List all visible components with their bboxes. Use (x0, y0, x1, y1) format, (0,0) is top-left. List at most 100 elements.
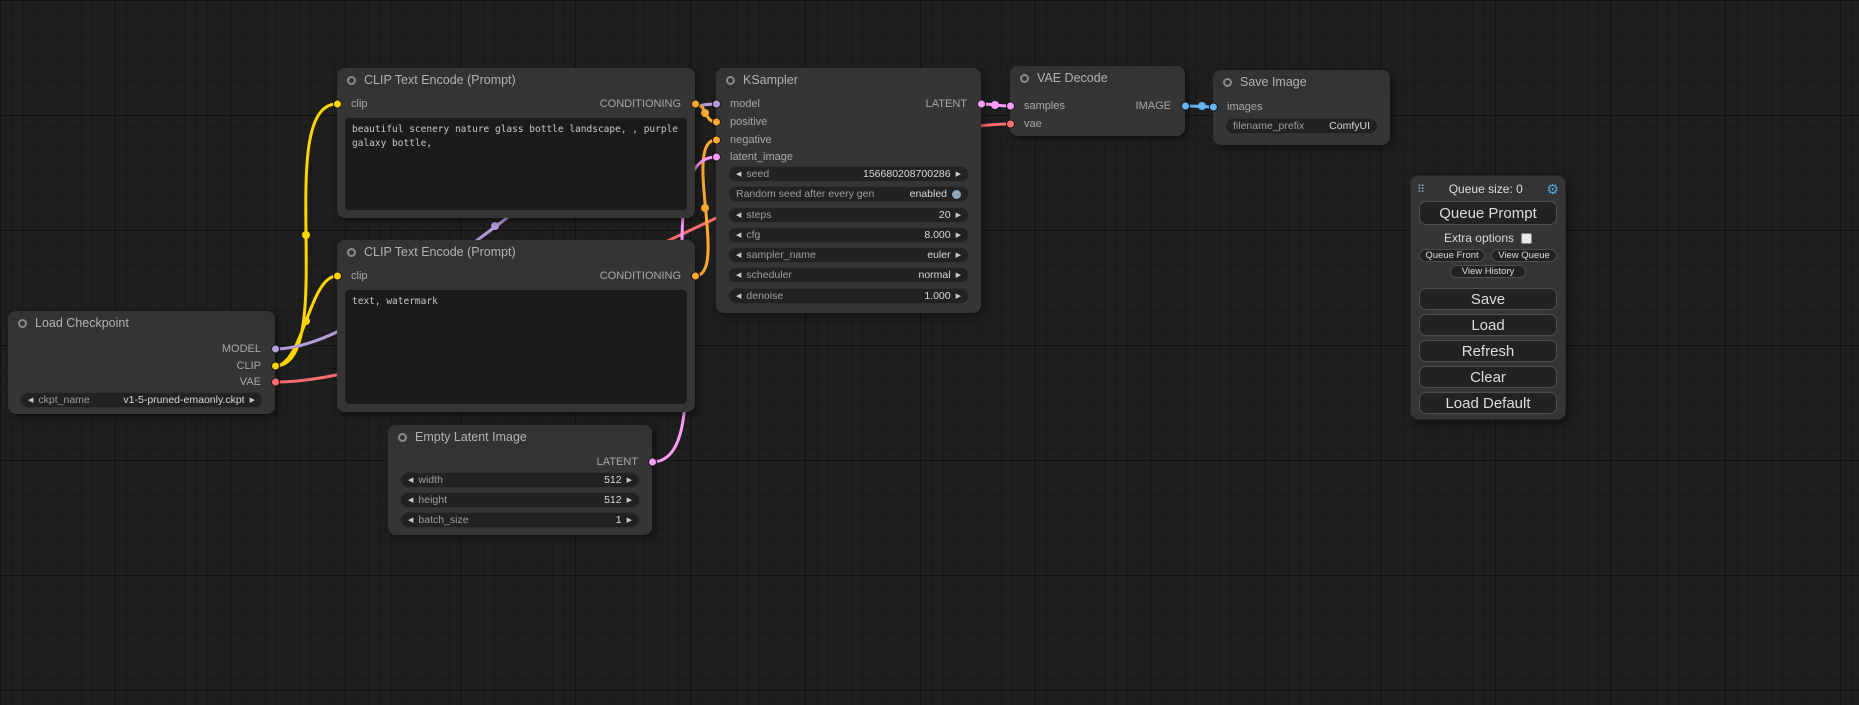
decrement-arrow-icon[interactable]: ◀ (736, 171, 741, 178)
decrement-arrow-icon[interactable]: ◀ (28, 397, 33, 404)
clip-input-port[interactable] (333, 100, 342, 109)
vae-output-port[interactable] (271, 378, 280, 387)
toggle-indicator[interactable] (952, 190, 961, 199)
node-title-bar[interactable]: Save Image (1213, 70, 1390, 94)
increment-arrow-icon[interactable]: ▶ (250, 397, 255, 404)
increment-arrow-icon[interactable]: ▶ (627, 517, 632, 524)
positive-prompt-textarea[interactable]: beautiful scenery nature glass bottle la… (345, 118, 687, 210)
node-title-bar[interactable]: Empty Latent Image (388, 425, 652, 449)
collapse-dot[interactable] (347, 76, 356, 85)
conditioning-output-port[interactable] (691, 272, 700, 281)
decrement-arrow-icon[interactable]: ◀ (408, 497, 413, 504)
drag-handle-icon[interactable]: ⠿ (1417, 183, 1425, 196)
widget-sampler-name[interactable]: ◀ sampler_name euler ▶ (728, 247, 969, 263)
widget-denoise[interactable]: ◀ denoise 1.000 ▶ (728, 288, 969, 304)
input-label-vae: vae (1024, 118, 1042, 130)
widget-scheduler[interactable]: ◀ scheduler normal ▶ (728, 267, 969, 283)
output-label-image: IMAGE (1136, 100, 1171, 112)
image-output-port[interactable] (1181, 102, 1190, 111)
extra-options-checkbox[interactable] (1521, 233, 1532, 244)
input-label-samples: samples (1024, 100, 1065, 112)
widget-label: steps (746, 209, 771, 221)
queue-panel[interactable]: ⠿ Queue size: 0 ⚙ Queue Prompt Extra opt… (1410, 175, 1566, 420)
output-label-latent: LATENT (597, 456, 638, 468)
view-queue-button[interactable]: View Queue (1491, 249, 1557, 262)
model-input-port[interactable] (712, 100, 721, 109)
increment-arrow-icon[interactable]: ▶ (956, 272, 961, 279)
collapse-dot[interactable] (726, 76, 735, 85)
node-graph-canvas[interactable]: Load Checkpoint MODEL CLIP VAE ◀ ckpt_na… (0, 0, 1859, 705)
samples-input-port[interactable] (1006, 102, 1015, 111)
latent-output-port[interactable] (648, 458, 657, 467)
widget-filename-prefix[interactable]: filename_prefix ComfyUI (1225, 118, 1378, 134)
widget-ckpt-name[interactable]: ◀ ckpt_name v1-5-pruned-emaonly.ckpt ▶ (20, 392, 263, 408)
input-label-positive: positive (730, 116, 767, 128)
node-title-bar[interactable]: KSampler (716, 68, 981, 92)
node-title-bar[interactable]: Load Checkpoint (8, 311, 275, 335)
positive-input-port[interactable] (712, 118, 721, 127)
increment-arrow-icon[interactable]: ▶ (956, 293, 961, 300)
increment-arrow-icon[interactable]: ▶ (956, 232, 961, 239)
collapse-dot[interactable] (1020, 74, 1029, 83)
node-load-checkpoint[interactable]: Load Checkpoint MODEL CLIP VAE ◀ ckpt_na… (8, 311, 275, 414)
widget-width[interactable]: ◀ width 512 ▶ (400, 472, 640, 488)
increment-arrow-icon[interactable]: ▶ (627, 497, 632, 504)
node-clip-text-encode-negative[interactable]: CLIP Text Encode (Prompt) clip CONDITION… (337, 240, 695, 412)
images-input-port[interactable] (1209, 103, 1218, 112)
refresh-button[interactable]: Refresh (1419, 340, 1557, 362)
collapse-dot[interactable] (398, 433, 407, 442)
decrement-arrow-icon[interactable]: ◀ (736, 252, 741, 259)
collapse-dot[interactable] (1223, 78, 1232, 87)
clip-input-port[interactable] (333, 272, 342, 281)
node-title-bar[interactable]: VAE Decode (1010, 66, 1185, 90)
clip-output-port[interactable] (271, 362, 280, 371)
decrement-arrow-icon[interactable]: ◀ (408, 517, 413, 524)
widget-value: 1 (616, 514, 622, 526)
widget-steps[interactable]: ◀ steps 20 ▶ (728, 207, 969, 223)
node-save-image[interactable]: Save Image images filename_prefix ComfyU… (1213, 70, 1390, 145)
conditioning-output-port[interactable] (691, 100, 700, 109)
queue-size-label: Queue size: 0 (1425, 182, 1546, 196)
load-default-button[interactable]: Load Default (1419, 392, 1557, 414)
node-title-bar[interactable]: CLIP Text Encode (Prompt) (337, 68, 695, 92)
decrement-arrow-icon[interactable]: ◀ (736, 212, 741, 219)
latent-image-input-port[interactable] (712, 153, 721, 162)
widget-batch-size[interactable]: ◀ batch_size 1 ▶ (400, 512, 640, 528)
widget-label: ckpt_name (38, 394, 89, 406)
node-title-bar[interactable]: CLIP Text Encode (Prompt) (337, 240, 695, 264)
node-clip-text-encode-positive[interactable]: CLIP Text Encode (Prompt) clip CONDITION… (337, 68, 695, 218)
load-button[interactable]: Load (1419, 314, 1557, 336)
latent-output-port[interactable] (977, 100, 986, 109)
widget-cfg[interactable]: ◀ cfg 8.000 ▶ (728, 227, 969, 243)
settings-gear-icon[interactable]: ⚙ (1546, 182, 1559, 196)
clear-button[interactable]: Clear (1419, 366, 1557, 388)
decrement-arrow-icon[interactable]: ◀ (736, 232, 741, 239)
widget-random-seed-toggle[interactable]: Random seed after every gen enabled (728, 186, 969, 202)
negative-prompt-textarea[interactable]: text, watermark (345, 290, 687, 404)
decrement-arrow-icon[interactable]: ◀ (736, 293, 741, 300)
link-midpoint-dot (701, 204, 709, 212)
model-output-port[interactable] (271, 345, 280, 354)
view-history-button[interactable]: View History (1450, 265, 1526, 278)
widget-value: 1.000 (924, 290, 950, 302)
node-ksampler[interactable]: KSampler model positive negative latent_… (716, 68, 981, 313)
increment-arrow-icon[interactable]: ▶ (956, 212, 961, 219)
node-empty-latent-image[interactable]: Empty Latent Image LATENT ◀ width 512 ▶ … (388, 425, 652, 535)
widget-seed[interactable]: ◀ seed 156680208700286 ▶ (728, 166, 969, 182)
widget-value: ComfyUI (1329, 120, 1370, 132)
increment-arrow-icon[interactable]: ▶ (956, 252, 961, 259)
negative-input-port[interactable] (712, 136, 721, 145)
save-button[interactable]: Save (1419, 288, 1557, 310)
increment-arrow-icon[interactable]: ▶ (956, 171, 961, 178)
collapse-dot[interactable] (18, 319, 27, 328)
decrement-arrow-icon[interactable]: ◀ (408, 477, 413, 484)
node-title: Save Image (1240, 75, 1307, 89)
widget-height[interactable]: ◀ height 512 ▶ (400, 492, 640, 508)
increment-arrow-icon[interactable]: ▶ (627, 477, 632, 484)
node-vae-decode[interactable]: VAE Decode samples vae IMAGE (1010, 66, 1185, 136)
vae-input-port[interactable] (1006, 120, 1015, 129)
queue-front-button[interactable]: Queue Front (1419, 249, 1485, 262)
decrement-arrow-icon[interactable]: ◀ (736, 272, 741, 279)
collapse-dot[interactable] (347, 248, 356, 257)
queue-prompt-button[interactable]: Queue Prompt (1419, 201, 1557, 225)
